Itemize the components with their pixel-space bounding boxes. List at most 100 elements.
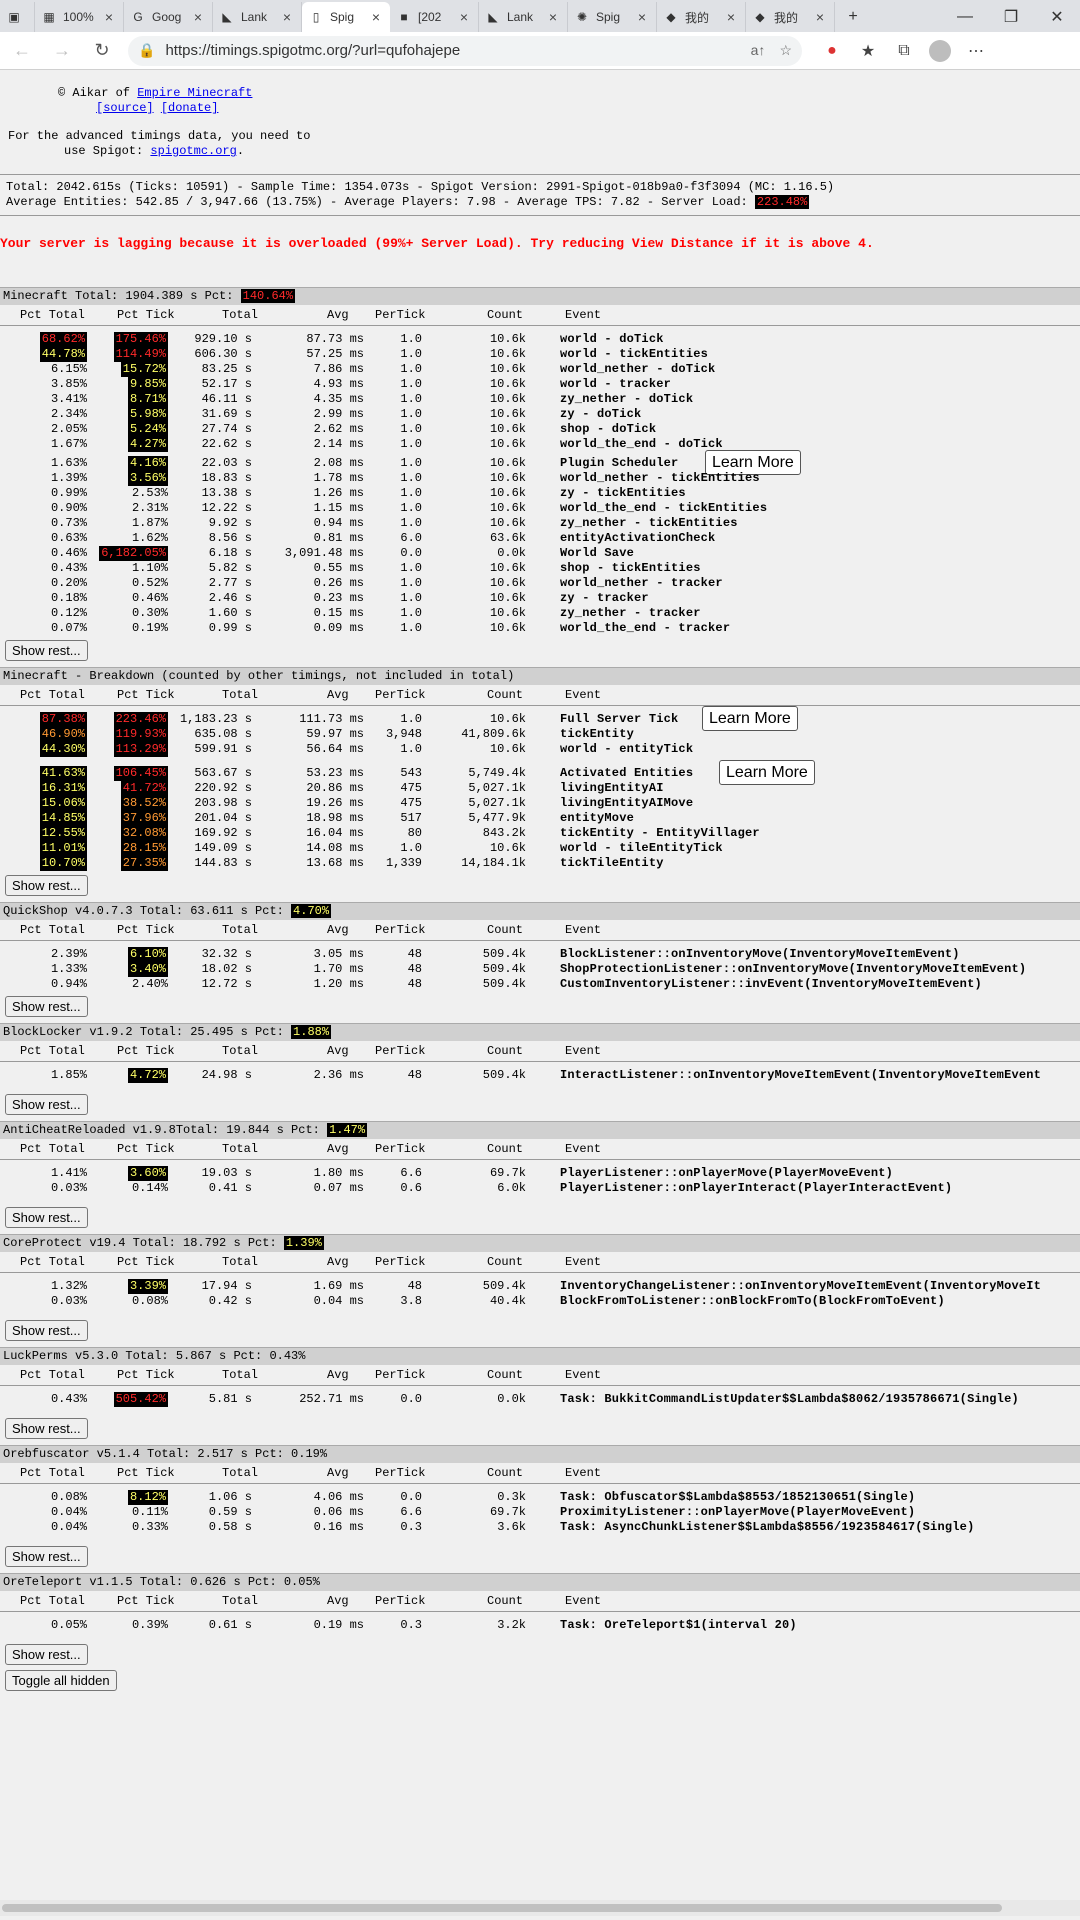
refresh-icon[interactable]: ↻ — [84, 36, 120, 66]
forward-icon[interactable]: → — [44, 36, 80, 66]
total: 22.62 s — [201, 437, 252, 451]
scrollbar-thumb[interactable] — [2, 1904, 1002, 1912]
pct-total: 2.05% — [50, 422, 87, 436]
horizontal-scrollbar[interactable] — [0, 1900, 1080, 1916]
column-header: Pct Total — [20, 308, 85, 322]
per-tick: 1.0 — [400, 347, 422, 361]
adblock-extension-icon[interactable]: ● — [814, 36, 850, 66]
source-link[interactable]: [source] — [96, 101, 154, 115]
show-rest-button[interactable]: Show rest... — [5, 996, 88, 1017]
total: 0.58 s — [208, 1520, 252, 1534]
browser-tab[interactable]: ◣ Lank × — [479, 2, 568, 32]
close-tab-icon[interactable]: × — [368, 9, 384, 25]
server-load-value: 223.48% — [754, 195, 810, 209]
column-header: Avg — [327, 1466, 349, 1480]
close-tab-icon[interactable]: × — [279, 9, 295, 25]
per-tick: 48 — [407, 947, 422, 961]
browser-tab[interactable]: ✺ Spig × — [568, 2, 657, 32]
pct-total: 44.78% — [39, 347, 87, 362]
close-tab-icon[interactable]: × — [812, 9, 828, 25]
collections-icon[interactable]: ⧉ — [886, 36, 922, 66]
timing-row: 2.34% 5.98% 31.69 s 2.99 ms 1.0 10.6k zy - doT… — [0, 407, 1080, 422]
favorite-icon[interactable]: ☆ — [779, 42, 792, 59]
count: 40.4k — [489, 1294, 526, 1308]
section-title: Minecraft Total: 1904.389 s Pct: — [3, 289, 241, 303]
browser-tab[interactable]: ◣ Lank × — [213, 2, 302, 32]
timing-row: 87.38% 223.46% 1,183.23 s 111.73 ms 1.0 10.6k… — [0, 712, 1080, 727]
show-rest-button[interactable]: Show rest... — [5, 640, 88, 661]
section-title: AntiCheatReloaded v1.9.8Total: 19.844 s … — [3, 1123, 328, 1137]
column-header: Event — [565, 1142, 602, 1156]
show-rest-button[interactable]: Show rest... — [5, 1320, 88, 1341]
show-rest-button[interactable]: Show rest... — [5, 875, 88, 896]
read-aloud-icon[interactable]: a↑ — [751, 42, 766, 59]
show-rest-button[interactable]: Show rest... — [5, 1546, 88, 1567]
avg: 57.25 ms — [306, 347, 364, 361]
count: 0.0k — [497, 1392, 526, 1406]
avg: 2.36 ms — [313, 1068, 364, 1082]
total: 13.38 s — [201, 486, 252, 500]
back-icon[interactable]: ← — [4, 36, 40, 66]
close-tab-icon[interactable]: × — [723, 9, 739, 25]
new-tab-button[interactable]: + — [835, 2, 871, 32]
minimize-button[interactable]: — — [942, 2, 988, 32]
profile-avatar[interactable] — [922, 36, 958, 66]
browser-tab[interactable]: ▯ Spig × — [302, 2, 390, 32]
total: 929.10 s — [194, 332, 252, 346]
lock-icon[interactable]: 🔒 — [138, 42, 155, 59]
pct-tick: 0.14% — [131, 1181, 168, 1195]
section-header: Orebfuscator v5.1.4 Total: 2.517 s Pct: … — [0, 1445, 1080, 1463]
pct-tick: 4.27% — [127, 437, 168, 452]
per-tick: 1.0 — [400, 621, 422, 635]
column-header: PerTick — [375, 1142, 426, 1156]
url-text[interactable]: https://timings.spigotmc.org/?url=qufoha… — [165, 42, 750, 59]
pct-total: 2.34% — [50, 407, 87, 421]
column-header: Pct Total — [20, 1044, 85, 1058]
close-tab-icon[interactable]: × — [456, 9, 472, 25]
close-tab-icon[interactable]: × — [190, 9, 206, 25]
close-tab-icon[interactable]: × — [634, 9, 650, 25]
show-rest-button[interactable]: Show rest... — [5, 1644, 88, 1665]
favorites-list-icon[interactable]: ★ — [850, 36, 886, 66]
empire-minecraft-link[interactable]: Empire Minecraft — [137, 86, 252, 100]
avg: 1.69 ms — [313, 1279, 364, 1293]
section-title: Minecraft - Breakdown (counted by other … — [3, 669, 515, 683]
more-menu-icon[interactable]: ⋯ — [958, 36, 994, 66]
column-header: Event — [565, 1594, 602, 1608]
event-name: world - entityTick — [560, 742, 694, 756]
column-header-row: Pct Total Pct Tick Total Avg PerTick Count Eve… — [0, 1466, 1080, 1481]
toggle-all-hidden-button[interactable]: Toggle all hidden — [5, 1670, 117, 1691]
browser-tab[interactable]: ◆ 我的 × — [746, 2, 835, 32]
column-header: Pct Tick — [117, 308, 175, 322]
total: 606.30 s — [194, 347, 252, 361]
count: 3.6k — [497, 1520, 526, 1534]
column-header: Event — [565, 308, 602, 322]
timing-row: 0.03% 0.14% 0.41 s 0.07 ms 0.6 6.0k PlayerList… — [0, 1181, 1080, 1196]
column-header: PerTick — [375, 1466, 426, 1480]
browser-tab[interactable]: ◆ 我的 × — [657, 2, 746, 32]
lank-icon: ◣ — [222, 10, 232, 24]
browser-tab[interactable]: G Goog × — [124, 2, 213, 32]
show-rest-button[interactable]: Show rest... — [5, 1418, 88, 1439]
timing-row: 1.39% 3.56% 18.83 s 1.78 ms 1.0 10.6k world_ne… — [0, 471, 1080, 486]
timing-row: 0.46% 6,182.05% 6.18 s 3,091.48 ms 0.0 0.0k Wo… — [0, 546, 1080, 561]
browser-tab[interactable]: ▣ — [0, 2, 35, 32]
pct-tick: 2.31% — [131, 501, 168, 515]
column-header: Total — [222, 1142, 259, 1156]
show-rest-button[interactable]: Show rest... — [5, 1207, 88, 1228]
count: 10.6k — [489, 486, 526, 500]
count: 63.6k — [489, 531, 526, 545]
spigotmc-link[interactable]: spigotmc.org — [150, 144, 236, 158]
browser-tab[interactable]: ▦ 100% × — [35, 2, 124, 32]
address-bar[interactable]: 🔒 https://timings.spigotmc.org/?url=qufo… — [128, 35, 802, 66]
close-window-button[interactable]: ✕ — [1034, 2, 1080, 32]
avg: 13.68 ms — [306, 856, 364, 870]
column-header-row: Pct Total Pct Tick Total Avg PerTick Count Eve… — [0, 1044, 1080, 1059]
close-tab-icon[interactable]: × — [101, 9, 117, 25]
avg: 1.15 ms — [313, 501, 364, 515]
show-rest-button[interactable]: Show rest... — [5, 1094, 88, 1115]
close-tab-icon[interactable]: × — [545, 9, 561, 25]
donate-link[interactable]: [donate] — [161, 101, 219, 115]
maximize-button[interactable]: ❐ — [988, 2, 1034, 32]
browser-tab[interactable]: ■ [202 × — [390, 2, 479, 32]
